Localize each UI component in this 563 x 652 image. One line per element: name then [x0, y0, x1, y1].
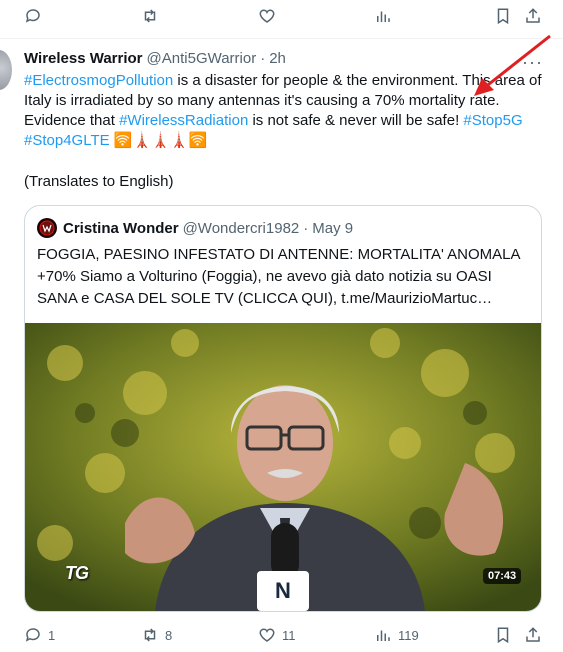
retweet-button[interactable]: 8	[141, 619, 172, 651]
channel-logo: TG	[65, 563, 89, 583]
quoted-separator: ·	[303, 219, 309, 237]
views-icon	[377, 630, 390, 641]
heart-icon	[259, 628, 275, 642]
tweet-text-segment: 🛜🗼🗼🗼🛜	[109, 132, 208, 149]
annotation-arrow-icon	[474, 34, 551, 96]
video-thumbnail[interactable]: TG N 07:43	[25, 323, 541, 611]
retweet-icon	[144, 628, 156, 642]
tweet-time[interactable]: 2h	[269, 50, 286, 67]
like-count: 11	[282, 627, 296, 643]
like-button[interactable]: 11	[258, 619, 296, 651]
like-button[interactable]	[258, 0, 276, 32]
separator-dot: ·	[260, 50, 266, 67]
share-icon	[526, 8, 540, 23]
bookmark-icon	[497, 627, 509, 644]
retweet-count: 8	[165, 627, 173, 643]
author-handle[interactable]: @Anti5GWarrior	[147, 50, 257, 67]
share-button[interactable]	[524, 619, 542, 651]
heart-icon	[259, 9, 275, 23]
reply-icon	[25, 9, 40, 23]
quoted-header: Cristina Wonder @Wondercri1982 · May 9	[37, 218, 353, 238]
quoted-time: May 9	[312, 219, 354, 237]
mic-flag-logo: N	[257, 571, 309, 611]
tweet-header: Wireless Warrior @Anti5GWarrior · 2h	[24, 50, 286, 67]
video-duration: 07:43	[483, 568, 522, 584]
hashtag-link[interactable]: #Stop5G	[463, 112, 522, 129]
tweet-text-segment: is not safe & never will be safe!	[248, 112, 464, 129]
author-name[interactable]: Wireless Warrior	[24, 50, 143, 67]
quoted-author-name: Cristina Wonder	[63, 219, 179, 237]
bookmark-button[interactable]	[494, 0, 512, 32]
share-icon	[526, 627, 540, 642]
retweet-icon	[144, 9, 156, 23]
hashtag-link[interactable]: #ElectrosmogPollution	[24, 72, 173, 89]
bookmark-button[interactable]	[494, 619, 512, 651]
translate-link[interactable]: (Translates to English)	[24, 173, 174, 190]
views-button[interactable]: 119	[374, 619, 419, 651]
avatar[interactable]	[0, 50, 12, 90]
previous-tweet-actions	[0, 0, 563, 32]
reply-count: 1	[48, 627, 56, 643]
emblem-icon	[39, 220, 55, 236]
hashtag-link[interactable]: #WirelessRadiation	[119, 112, 248, 129]
share-button[interactable]	[524, 0, 542, 32]
reply-icon	[25, 628, 40, 642]
tweet-actions: 1 8 11 119	[0, 619, 563, 651]
view-count: 119	[398, 627, 419, 643]
quoted-tweet[interactable]: Cristina Wonder @Wondercri1982 · May 9 F…	[24, 205, 542, 612]
retweet-button[interactable]	[141, 0, 159, 32]
reply-button[interactable]: 1	[24, 619, 55, 651]
quoted-text: FOGGIA, PAESINO INFESTATO DI ANTENNE: MO…	[37, 246, 520, 307]
bookmark-icon	[497, 8, 509, 25]
video-still-image	[25, 323, 541, 611]
views-button[interactable]	[374, 0, 392, 32]
quoted-author-handle: @Wondercri1982	[182, 219, 300, 237]
reply-button[interactable]	[24, 0, 42, 32]
quoted-avatar	[37, 218, 57, 238]
hashtag-link[interactable]: #Stop4GLTE	[24, 132, 110, 149]
views-icon	[377, 11, 390, 22]
